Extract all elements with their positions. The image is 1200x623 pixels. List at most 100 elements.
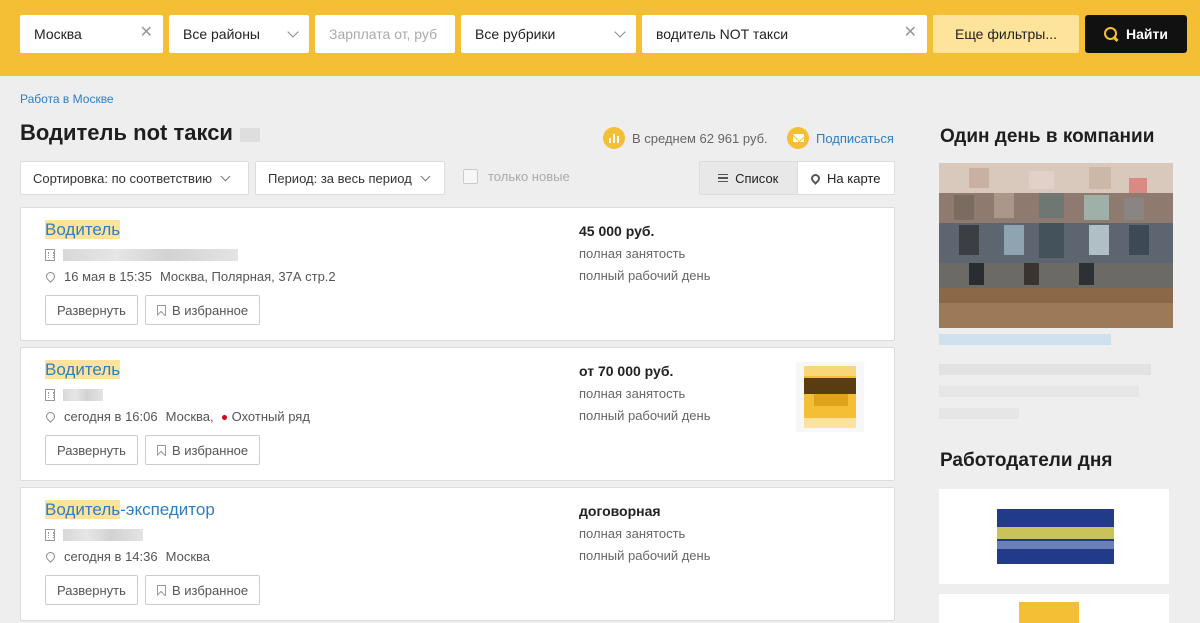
employment-type: полная занятость [579, 246, 686, 261]
meta-row: сегодня в 14:36 Москва [44, 549, 210, 564]
company-name-blurred [939, 334, 1111, 345]
only-new-checkbox[interactable] [463, 169, 478, 184]
metro-icon [221, 415, 227, 421]
vacancy-title[interactable]: Водитель-экспедитор [45, 500, 215, 520]
company-row [45, 389, 103, 401]
vacancy-card: Водитель 16 мая в 15:35 Москва, Полярная… [20, 207, 895, 341]
vacancy-date: 16 мая в 15:35 [64, 269, 152, 284]
sort-select[interactable]: Сортировка: по соответствию [20, 161, 249, 195]
vacancy-card: Водитель-экспедитор сегодня в 14:36 Моск… [20, 487, 895, 621]
breadcrumb[interactable]: Работа в Москве [20, 92, 114, 106]
city-field[interactable]: Москва ✕ [20, 15, 163, 53]
only-new-label: только новые [488, 169, 570, 184]
query-value: водитель NOT такси [656, 26, 789, 42]
map-pin-icon [809, 171, 822, 185]
expand-button[interactable]: Развернуть [45, 295, 138, 325]
district-value: Все районы [183, 26, 260, 42]
employment-type: полная занятость [579, 386, 686, 401]
find-label: Найти [1126, 26, 1168, 42]
vacancy-date: сегодня в 16:06 [64, 409, 158, 424]
clear-query-icon[interactable]: ✕ [904, 24, 917, 42]
salary: договорная [579, 503, 661, 519]
company-text-blurred [939, 386, 1139, 397]
favorite-label: В избранное [172, 442, 249, 458]
chevron-down-icon [614, 26, 626, 38]
favorite-button[interactable]: В избранное [145, 435, 261, 465]
location-icon [44, 410, 57, 423]
vacancy-location: Москва, [165, 409, 214, 424]
salary-input[interactable]: Зарплата от, руб [315, 15, 455, 53]
favorite-button[interactable]: В избранное [145, 575, 261, 605]
period-value: Период: за весь период [268, 170, 412, 186]
find-button[interactable]: Найти [1085, 15, 1187, 53]
list-view-button[interactable]: Список [700, 162, 798, 194]
list-icon [718, 173, 729, 183]
vacancy-date: сегодня в 14:36 [64, 549, 158, 564]
work-schedule: полный рабочий день [579, 268, 711, 283]
company-row [45, 249, 238, 261]
vacancy-title[interactable]: Водитель [45, 360, 121, 380]
chevron-down-icon [220, 171, 231, 181]
map-view-button[interactable]: На карте [797, 162, 894, 194]
company-row [45, 529, 143, 541]
chevron-down-icon [287, 26, 299, 38]
meta-row: сегодня в 16:06 Москва, Охотный ряд [44, 409, 310, 424]
salary: от 70 000 руб. [579, 363, 674, 379]
company-name-blurred [63, 389, 103, 401]
meta-row: 16 мая в 15:35 Москва, Полярная, 37А стр… [44, 269, 336, 284]
more-filters-button[interactable]: Еще фильтры... [933, 15, 1079, 53]
employers-day-heading: Работодатели дня [940, 450, 1113, 471]
company-photo-pixelated [939, 163, 1173, 328]
vacancy-count-blurred [240, 128, 260, 142]
expand-button[interactable]: Развернуть [45, 575, 138, 605]
metro-station: Охотный ряд [221, 409, 310, 424]
company-name-blurred [63, 529, 143, 541]
vacancy-location: Москва [165, 549, 210, 564]
category-value: Все рубрики [475, 26, 556, 42]
subscribe-label: Подписаться [816, 130, 894, 146]
building-icon [45, 529, 55, 541]
expand-button[interactable]: Развернуть [45, 435, 138, 465]
bookmark-icon [157, 584, 166, 596]
favorite-button[interactable]: В избранное [145, 295, 261, 325]
average-salary-text: В среднем 62 961 руб. [632, 130, 768, 146]
company-photo[interactable] [939, 163, 1173, 328]
page-title: Водитель not такси [20, 120, 233, 145]
bookmark-icon [157, 304, 166, 316]
only-new-filter[interactable]: только новые [463, 169, 570, 184]
envelope-icon [787, 127, 809, 149]
clear-city-icon[interactable]: ✕ [140, 24, 153, 42]
work-schedule: полный рабочий день [579, 548, 711, 563]
vacancy-card: Водитель сегодня в 16:06 Москва, Охотный… [20, 347, 895, 481]
employer-logo[interactable] [939, 489, 1169, 584]
category-select[interactable]: Все рубрики [461, 15, 636, 53]
bookmark-icon [157, 444, 166, 456]
average-salary: В среднем 62 961 руб. [603, 127, 768, 149]
salary-placeholder: Зарплата от, руб [329, 26, 438, 42]
vacancy-title[interactable]: Водитель [45, 220, 121, 240]
location-icon [44, 270, 57, 283]
chart-icon [603, 127, 625, 149]
district-select[interactable]: Все районы [169, 15, 309, 53]
company-text-blurred [939, 408, 1019, 419]
search-icon [1104, 27, 1118, 41]
vacancy-location: Москва, Полярная, 37А стр.2 [159, 269, 336, 284]
search-bar: Москва ✕ Все районы Зарплата от, руб Все… [0, 0, 1200, 76]
building-icon [45, 249, 55, 261]
company-name-blurred [63, 249, 238, 261]
sort-value: Сортировка: по соответствию [33, 170, 212, 186]
company-day-heading: Один день в компании [940, 126, 1155, 147]
employer-logo[interactable] [939, 594, 1169, 623]
list-view-label: Список [735, 170, 779, 186]
favorite-label: В избранное [172, 582, 249, 598]
period-select[interactable]: Период: за весь период [255, 161, 445, 195]
company-logo[interactable] [796, 362, 864, 432]
company-text-blurred [939, 364, 1151, 375]
subscribe-link[interactable]: Подписаться [787, 127, 894, 149]
salary: 45 000 руб. [579, 223, 655, 239]
query-input[interactable]: водитель NOT такси ✕ [642, 15, 927, 53]
favorite-label: В избранное [172, 302, 249, 318]
map-view-label: На карте [827, 170, 881, 186]
chevron-down-icon [420, 171, 431, 181]
employment-type: полная занятость [579, 526, 686, 541]
